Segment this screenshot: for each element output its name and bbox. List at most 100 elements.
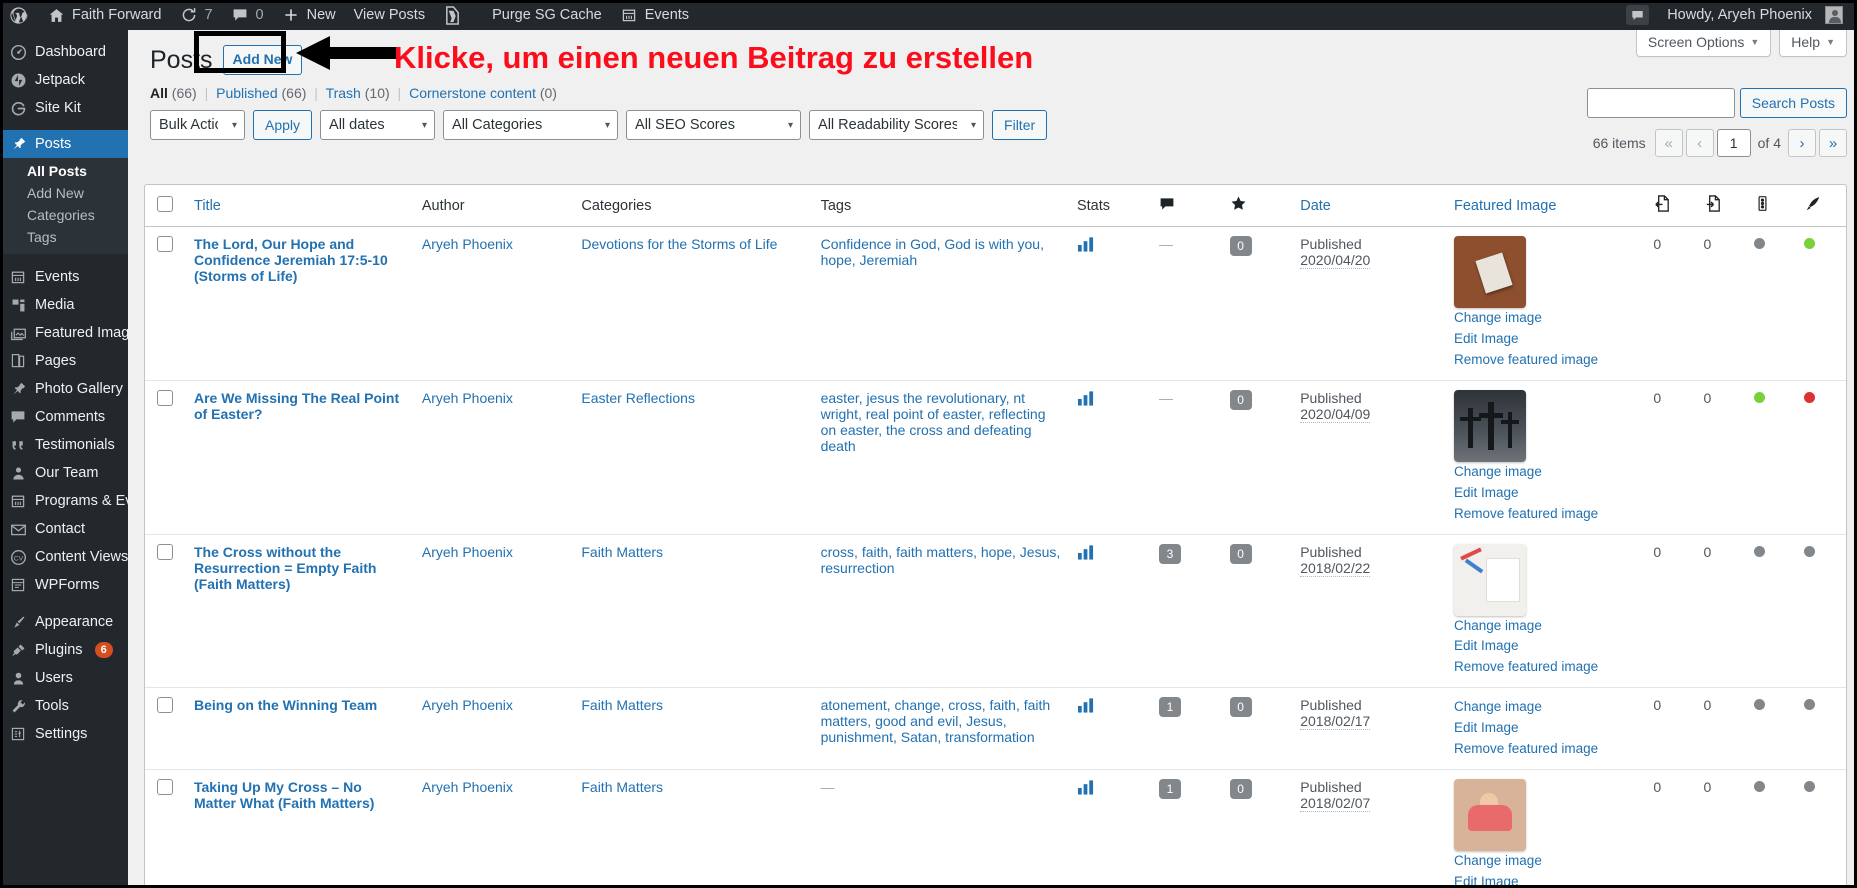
sidebar-item-posts[interactable]: Posts: [0, 130, 136, 158]
screen-options-button[interactable]: Screen Options ▼: [1635, 30, 1772, 57]
post-title-link[interactable]: Taking Up My Cross – No Matter What (Fai…: [194, 779, 374, 811]
starred-count[interactable]: 0: [1229, 389, 1252, 410]
sidebar-subitem-tags[interactable]: Tags: [0, 226, 128, 248]
post-category-link[interactable]: Faith Matters: [581, 544, 663, 560]
filter-button[interactable]: Filter: [992, 109, 1048, 140]
post-title-link[interactable]: Being on the Winning Team: [194, 697, 377, 713]
sidebar-item-comments[interactable]: Comments: [0, 403, 128, 431]
featured-image-thumbnail[interactable]: [1454, 779, 1527, 852]
comment-count[interactable]: 1: [1158, 779, 1181, 800]
apply-button[interactable]: Apply: [253, 109, 313, 140]
sidebar-item-jetpack[interactable]: Jetpack: [0, 66, 128, 94]
post-title-link[interactable]: The Cross without the Resurrection = Emp…: [194, 544, 376, 592]
first-page-button[interactable]: «: [1654, 129, 1683, 157]
remove-featured-image-link[interactable]: Remove featured image: [1454, 657, 1637, 678]
column-categories[interactable]: Categories: [573, 185, 813, 227]
row-checkbox-cell[interactable]: [145, 535, 186, 689]
row-comments-cell[interactable]: 1: [1151, 770, 1222, 888]
column-author[interactable]: Author: [413, 185, 574, 227]
sidebar-item-site-kit[interactable]: Site Kit: [0, 94, 128, 122]
notifications-menu[interactable]: [1617, 0, 1658, 30]
edit-image-link[interactable]: Edit Image: [1454, 329, 1637, 350]
row-checkbox-cell[interactable]: [145, 381, 186, 535]
change-image-link[interactable]: Change image: [1454, 308, 1637, 329]
last-page-button[interactable]: »: [1819, 129, 1847, 157]
column-featured-image-label[interactable]: Featured Image: [1454, 198, 1556, 214]
sidebar-item-pages[interactable]: Pages: [0, 347, 128, 375]
sidebar-item-dashboard[interactable]: Dashboard: [0, 38, 128, 66]
sidebar-item-our-team[interactable]: Our Team: [0, 459, 128, 487]
bar-chart-icon[interactable]: [1077, 236, 1094, 255]
column-date[interactable]: Date: [1292, 185, 1447, 227]
site-name-menu[interactable]: Faith Forward: [38, 0, 170, 30]
change-image-link[interactable]: Change image: [1454, 462, 1637, 483]
readability-scores-filter-select[interactable]: All Readability Scores: [809, 109, 985, 140]
post-tags-links[interactable]: cross, faith, faith matters, hope, Jesus…: [821, 544, 1061, 576]
sidebar-item-tools[interactable]: Tools: [0, 692, 128, 720]
edit-image-link[interactable]: Edit Image: [1454, 483, 1637, 504]
table-row[interactable]: Are We Missing The Real Point of Easter?…: [145, 381, 1846, 535]
seo-scores-filter-select[interactable]: All SEO Scores: [626, 109, 802, 140]
bar-chart-icon[interactable]: [1077, 390, 1094, 409]
column-export[interactable]: [1695, 185, 1746, 227]
post-author-link[interactable]: Aryeh Phoenix: [422, 697, 513, 713]
starred-count[interactable]: 0: [1229, 543, 1252, 564]
row-comments-cell[interactable]: 1: [1150, 688, 1222, 771]
bar-chart-icon[interactable]: [1077, 779, 1094, 798]
events-menu[interactable]: Events: [611, 0, 698, 30]
row-checkbox[interactable]: [157, 697, 173, 714]
select-all-checkbox[interactable]: [157, 195, 173, 212]
sidebar-subitem-all-posts[interactable]: All Posts: [0, 160, 128, 182]
sidebar-item-users[interactable]: Users: [0, 664, 128, 692]
new-content-menu[interactable]: New: [273, 0, 345, 30]
row-checkbox[interactable]: [157, 543, 173, 560]
post-tags-links[interactable]: atonement, change, cross, faith, faith m…: [821, 697, 1051, 745]
sidebar-item-events[interactable]: Events: [0, 263, 128, 291]
remove-featured-image-link[interactable]: Remove featured image: [1454, 504, 1637, 525]
column-import[interactable]: [1645, 185, 1696, 227]
row-checkbox[interactable]: [157, 389, 173, 406]
column-tags[interactable]: Tags: [812, 185, 1069, 227]
sidebar-item-content-views[interactable]: CV Content Views: [0, 543, 128, 571]
sidebar-item-photo-gallery[interactable]: Photo Gallery: [0, 375, 128, 403]
row-checkbox[interactable]: [157, 779, 173, 796]
dates-filter-select[interactable]: All dates: [320, 109, 436, 140]
post-title-link[interactable]: The Lord, Our Hope and Confidence Jeremi…: [194, 236, 388, 284]
post-category-link[interactable]: Devotions for the Storms of Life: [581, 236, 777, 252]
bulk-actions-select[interactable]: Bulk Actions: [150, 109, 245, 140]
column-featured-image[interactable]: Featured Image: [1446, 185, 1646, 227]
post-category-link[interactable]: Faith Matters: [581, 779, 663, 795]
table-row[interactable]: The Cross without the Resurrection = Emp…: [145, 535, 1846, 689]
post-author-link[interactable]: Aryeh Phoenix: [422, 390, 513, 406]
sidebar-subitem-add-new[interactable]: Add New: [0, 182, 128, 204]
sidebar-item-plugins[interactable]: Plugins 6: [0, 636, 128, 664]
comment-count[interactable]: 3: [1158, 543, 1181, 564]
sidebar-subitem-categories[interactable]: Categories: [0, 204, 128, 226]
my-account-menu[interactable]: Howdy, Aryeh Phoenix: [1658, 0, 1857, 30]
post-title-link[interactable]: Are We Missing The Real Point of Easter?: [194, 390, 399, 422]
remove-featured-image-link[interactable]: Remove featured image: [1454, 739, 1637, 760]
column-comments[interactable]: [1150, 185, 1222, 227]
sidebar-item-wpforms[interactable]: WPForms: [0, 571, 128, 599]
select-all-column[interactable]: [145, 185, 186, 227]
purge-sg-cache-link[interactable]: Purge SG Cache: [483, 0, 611, 30]
column-seo-score[interactable]: [1745, 185, 1796, 227]
view-link-published[interactable]: Published: [216, 85, 278, 101]
search-input[interactable]: [1586, 88, 1735, 118]
edit-image-link[interactable]: Edit Image: [1454, 718, 1637, 739]
column-starred[interactable]: [1221, 185, 1293, 227]
view-link-all[interactable]: All: [150, 85, 168, 101]
featured-image-thumbnail[interactable]: [1454, 543, 1527, 616]
row-stats-cell[interactable]: [1068, 381, 1151, 535]
featured-image-thumbnail[interactable]: [1454, 389, 1527, 462]
remove-featured-image-link[interactable]: Remove featured image: [1454, 350, 1637, 371]
sidebar-item-contact[interactable]: Contact: [0, 515, 128, 543]
sidebar-item-settings[interactable]: Settings: [0, 720, 128, 748]
row-checkbox-cell[interactable]: [145, 227, 186, 381]
row-stats-cell[interactable]: [1068, 227, 1151, 381]
row-checkbox[interactable]: [157, 236, 173, 252]
starred-count[interactable]: 0: [1229, 779, 1252, 800]
change-image-link[interactable]: Change image: [1454, 851, 1637, 872]
row-stats-cell[interactable]: [1068, 688, 1151, 771]
column-title-label[interactable]: Title: [194, 198, 221, 214]
